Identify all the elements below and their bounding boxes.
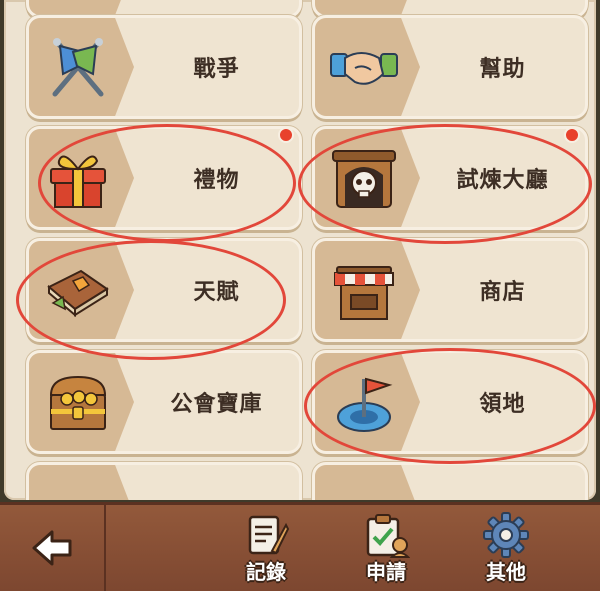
guild-menu-panel: 戰爭 幫助 禮物 試煉大廳 天賦 商店 公會寶庫 領地 bbox=[4, 0, 596, 500]
territory-label: 領地 bbox=[479, 392, 526, 417]
gear-icon bbox=[483, 512, 529, 558]
guild-vault-button[interactable]: 公會寶庫 bbox=[26, 350, 302, 454]
trial-hall-notification-dot bbox=[564, 127, 580, 143]
records-button[interactable]: 記錄 bbox=[226, 509, 306, 589]
gift-notification-dot bbox=[278, 127, 294, 143]
partial-tile-bottom-left[interactable] bbox=[26, 462, 302, 500]
talent-book-icon bbox=[47, 269, 109, 318]
guild-vault-label: 公會寶庫 bbox=[170, 392, 263, 417]
handshake-icon bbox=[330, 52, 398, 85]
help-label: 幫助 bbox=[479, 57, 526, 82]
war-label: 戰爭 bbox=[193, 57, 240, 82]
talent-button[interactable]: 天賦 bbox=[26, 238, 302, 342]
talent-label: 天賦 bbox=[193, 280, 240, 305]
back-arrow-icon bbox=[32, 530, 72, 566]
crossed-flags-icon bbox=[52, 38, 104, 97]
records-scroll-icon bbox=[248, 515, 290, 555]
territory-button[interactable]: 領地 bbox=[312, 350, 588, 454]
shop-stall-icon bbox=[334, 266, 394, 320]
records-label: 記錄 bbox=[246, 560, 286, 584]
apply-button[interactable]: 申請 bbox=[346, 509, 426, 589]
apply-label: 申請 bbox=[366, 560, 406, 584]
treasure-chest-icon bbox=[49, 375, 107, 430]
gift-button[interactable]: 禮物 bbox=[26, 126, 302, 230]
gift-box-icon bbox=[50, 155, 106, 208]
bottom-nav-bar: 記錄 申請 其他 bbox=[0, 502, 600, 591]
gift-label: 禮物 bbox=[193, 168, 240, 193]
help-button[interactable]: 幫助 bbox=[312, 15, 588, 119]
trial-hall-button[interactable]: 試煉大廳 bbox=[312, 126, 588, 230]
application-clipboard-icon bbox=[366, 514, 410, 558]
war-button[interactable]: 戰爭 bbox=[26, 15, 302, 119]
others-button[interactable]: 其他 bbox=[466, 509, 546, 589]
back-button[interactable] bbox=[0, 505, 106, 591]
others-label: 其他 bbox=[486, 560, 526, 584]
skull-gate-icon bbox=[332, 150, 396, 208]
shop-label: 商店 bbox=[479, 280, 526, 305]
trial-hall-label: 試煉大廳 bbox=[456, 168, 549, 193]
shop-button[interactable]: 商店 bbox=[312, 238, 588, 342]
territory-flag-icon bbox=[337, 377, 393, 432]
partial-tile-bottom-right[interactable] bbox=[312, 462, 588, 500]
